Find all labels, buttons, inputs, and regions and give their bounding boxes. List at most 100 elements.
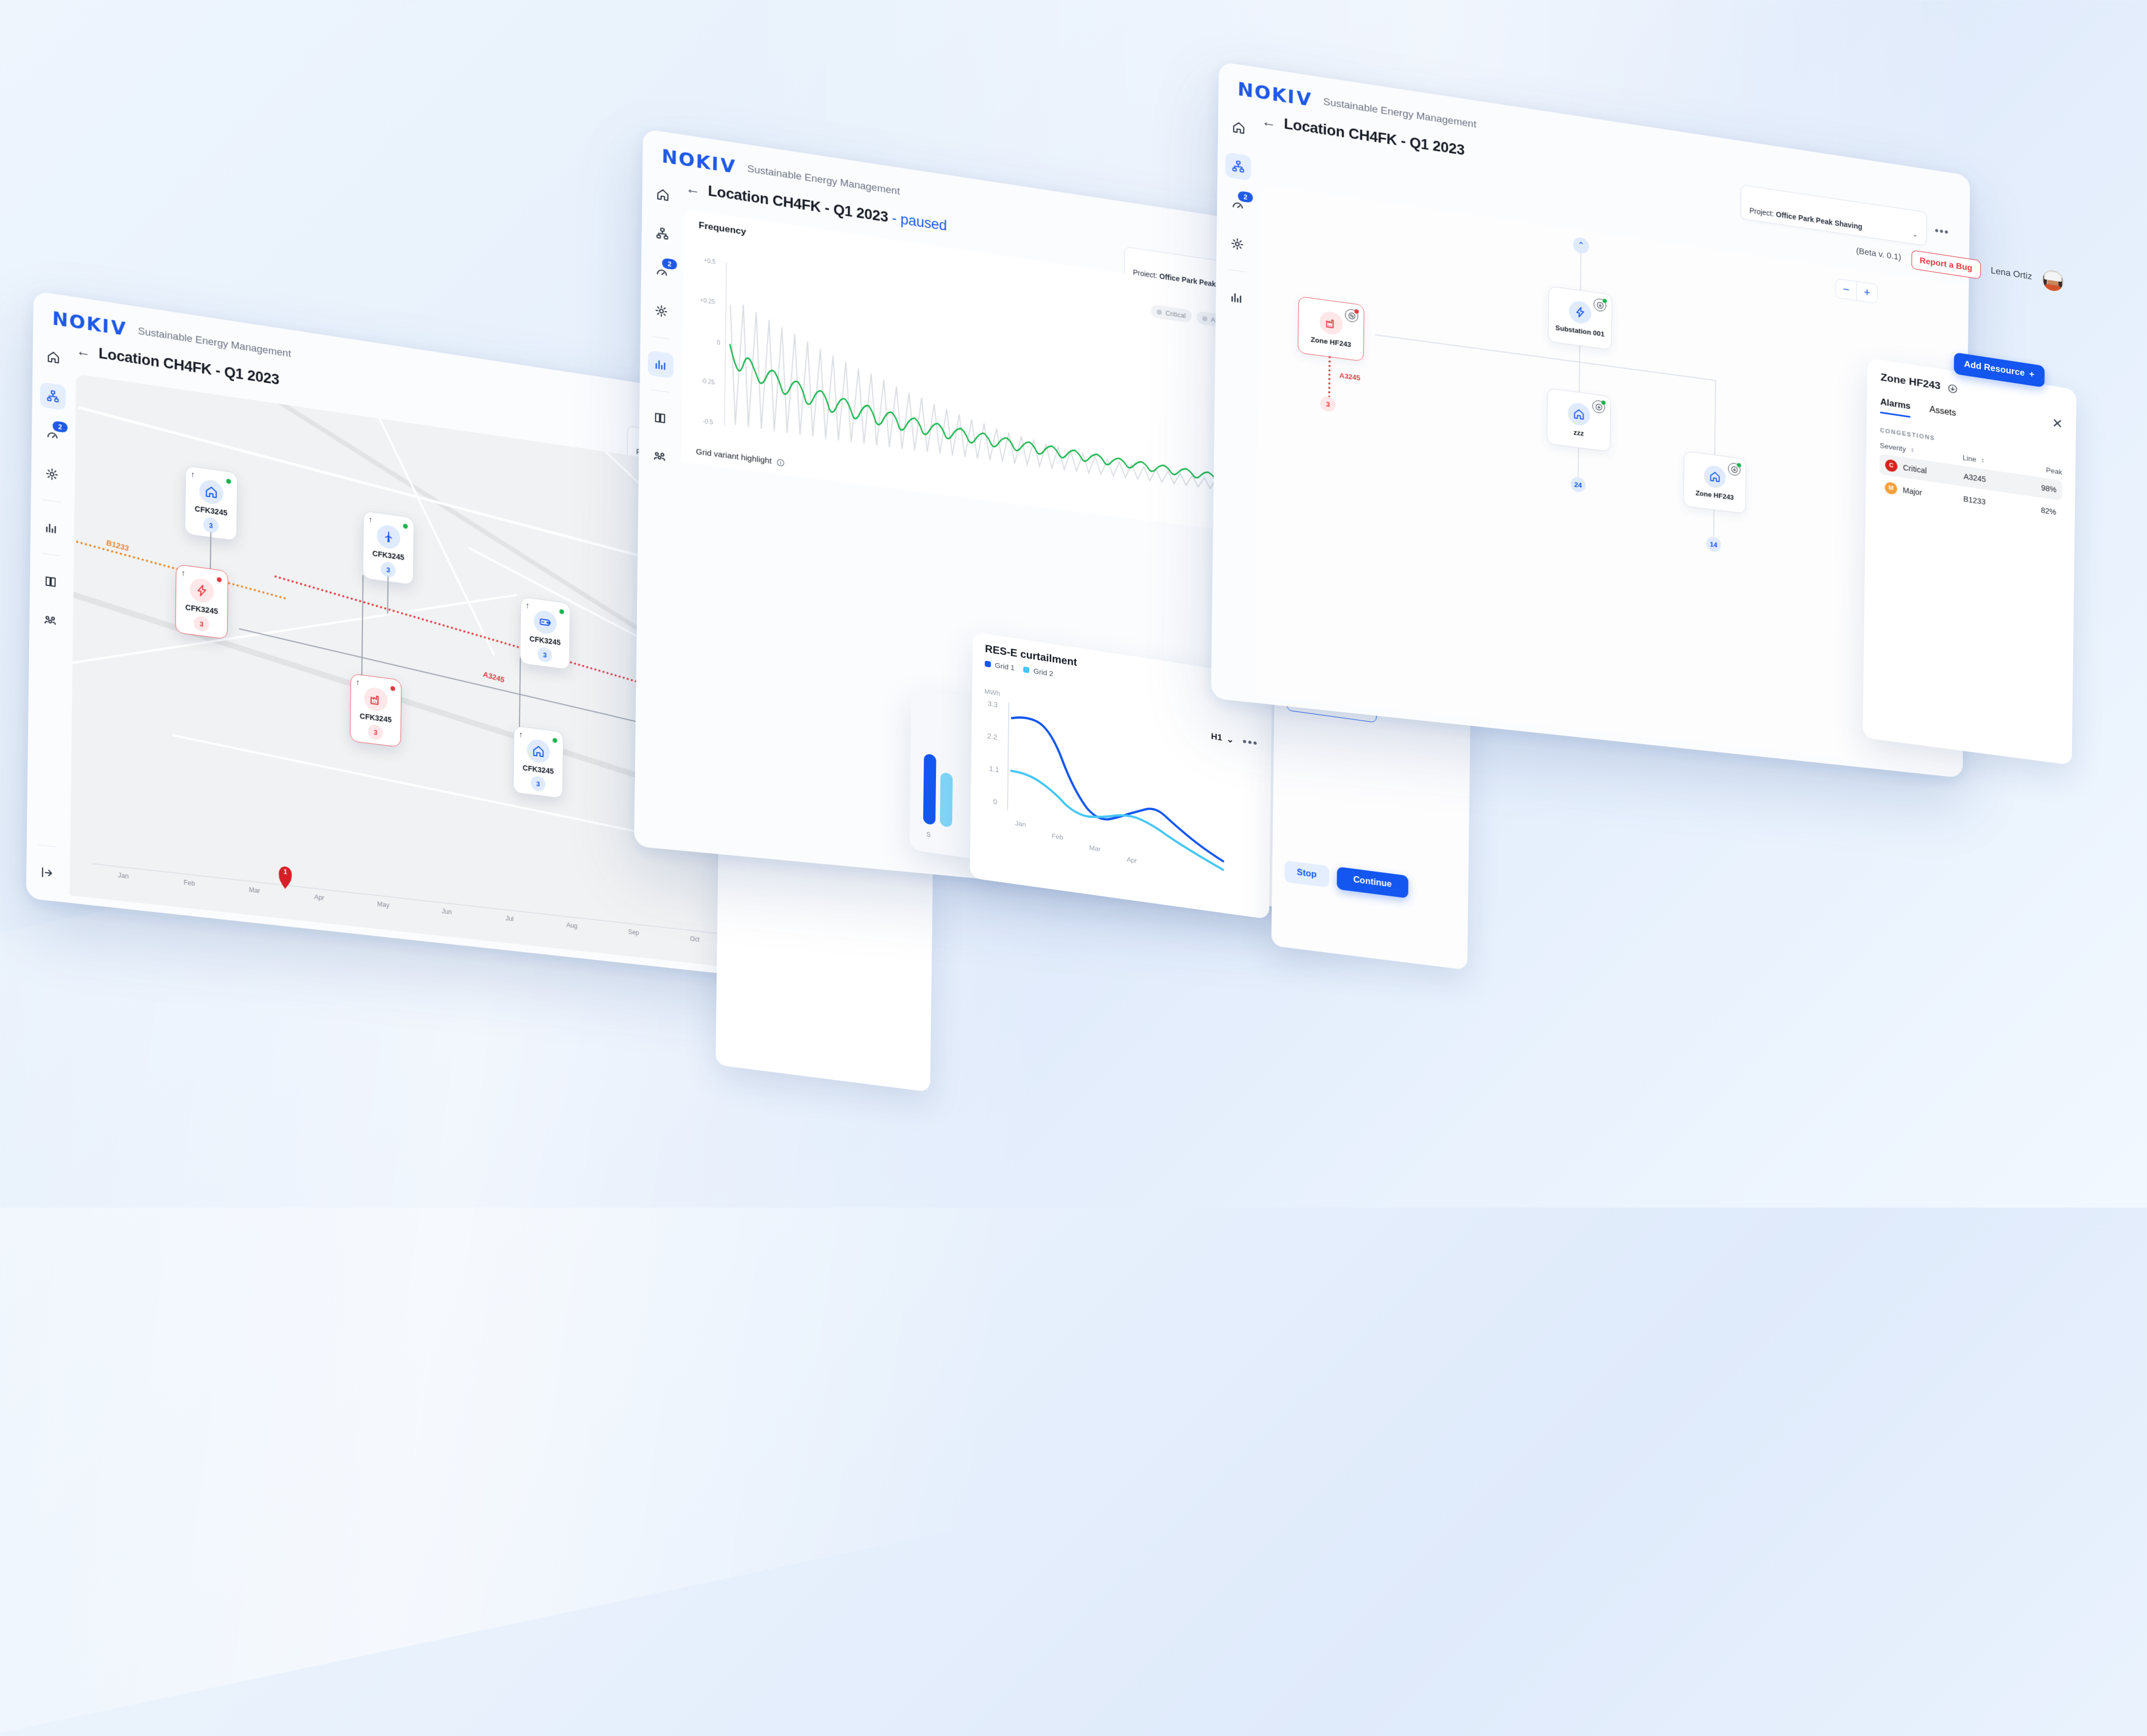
map-marker[interactable]: ↑ CFK3245 3 bbox=[185, 465, 238, 541]
sidebar-item-analytics[interactable] bbox=[648, 351, 674, 379]
timeline-month: Aug bbox=[566, 921, 578, 930]
node-label: Zone HF243 bbox=[1311, 335, 1351, 349]
house-icon bbox=[527, 739, 550, 764]
map-road bbox=[70, 594, 517, 668]
sort-icon bbox=[1909, 446, 1916, 454]
beta-version-label: (Beta v. 0.1) bbox=[1856, 246, 1902, 262]
sidebar-item-teams[interactable] bbox=[646, 442, 672, 470]
download-circle-icon[interactable] bbox=[1593, 298, 1606, 313]
sidebar-item-network[interactable] bbox=[1225, 152, 1251, 181]
severity-label: Critical bbox=[1903, 463, 1927, 475]
zoom-out-button[interactable]: − bbox=[1836, 279, 1857, 300]
sidebar-item-analytics[interactable] bbox=[1224, 283, 1250, 312]
marker-label: CFK3245 bbox=[195, 504, 228, 517]
chart-more-button[interactable]: ••• bbox=[1242, 736, 1259, 750]
user-name: Lena Ortiz bbox=[1990, 266, 2032, 282]
map-marker[interactable]: ↑ CFK3245 3 bbox=[175, 564, 228, 640]
marker-count: 3 bbox=[368, 724, 383, 741]
grid-variant-highlight[interactable]: Grid variant highlight bbox=[696, 447, 784, 467]
bolt-icon bbox=[1569, 300, 1591, 325]
column-severity-label: Severity bbox=[1880, 441, 1906, 453]
sidebar-item-settings[interactable] bbox=[649, 297, 674, 325]
info-icon[interactable] bbox=[776, 457, 785, 467]
sidebar-item-monitoring[interactable]: 2 bbox=[40, 421, 65, 450]
diagram-edge bbox=[1580, 252, 1582, 290]
sidebar-item-settings[interactable] bbox=[39, 460, 65, 489]
marker-direction-icon: ↑ bbox=[181, 569, 186, 578]
bar-grid1 bbox=[923, 753, 937, 825]
zone-detail-panel[interactable]: Zone HF243 ✕ Alarms Assets CONGESTIONS S… bbox=[1863, 358, 2077, 765]
bolt-icon bbox=[190, 577, 214, 604]
download-circle-icon[interactable] bbox=[1947, 382, 1958, 394]
svg-text:Jan: Jan bbox=[1015, 819, 1026, 828]
sidebar-item-library[interactable] bbox=[37, 567, 63, 596]
map-marker[interactable]: ↑ CFK3245 3 bbox=[362, 510, 414, 585]
timeline-pin[interactable]: 1 bbox=[278, 866, 292, 886]
stop-button[interactable]: Stop bbox=[1284, 860, 1329, 888]
legend-grid2[interactable]: Grid 2 bbox=[1023, 665, 1053, 678]
severity-badge: C bbox=[1885, 459, 1898, 472]
download-circle-icon[interactable] bbox=[1592, 400, 1605, 414]
peak-value: 98% bbox=[2021, 480, 2057, 494]
svg-text:+0.5: +0.5 bbox=[703, 257, 715, 266]
sidebar-item-network[interactable] bbox=[40, 382, 65, 410]
sidebar-item-home[interactable] bbox=[650, 181, 675, 209]
node-count-zone-hf243: 14 bbox=[1706, 536, 1721, 552]
timeline-month: Feb bbox=[183, 879, 195, 888]
sidebar-divider-1 bbox=[651, 336, 670, 339]
legend-swatch bbox=[985, 661, 991, 668]
timeline-month: Mar bbox=[249, 886, 260, 895]
timeline-month: Jan bbox=[118, 872, 129, 881]
sidebar-item-monitoring[interactable]: 2 bbox=[1225, 191, 1251, 220]
page-title-state: - paused bbox=[892, 210, 947, 234]
status-dot bbox=[226, 479, 231, 484]
map-marker[interactable]: ↑ CFK3245 3 bbox=[520, 597, 571, 670]
svg-text:+0.25: +0.25 bbox=[700, 297, 715, 306]
window-network-diagram[interactable]: NOKIV Sustainable Energy Management 2 ← … bbox=[1211, 62, 1970, 778]
legend-dot bbox=[1202, 315, 1207, 321]
back-button[interactable]: ← bbox=[76, 343, 91, 360]
diagram-canvas[interactable]: − + ⌃ Substation 001 zzz 24 Zone HF243 1… bbox=[1255, 185, 1969, 771]
sidebar[interactable]: 2 bbox=[26, 332, 74, 895]
sidebar-item-settings[interactable] bbox=[1224, 230, 1250, 258]
zone-title: Zone HF243 bbox=[1880, 372, 1940, 392]
diagram-node-zzz[interactable]: zzz bbox=[1547, 388, 1611, 452]
legend-swatch bbox=[1023, 666, 1029, 673]
bar-category-label: S bbox=[926, 830, 931, 839]
map-marker[interactable]: ↑ CFK3245 3 bbox=[350, 673, 402, 747]
legend-grid1[interactable]: Grid 1 bbox=[985, 660, 1014, 672]
sidebar-item-network[interactable] bbox=[649, 219, 675, 248]
transfer-circle-icon[interactable] bbox=[1345, 308, 1359, 323]
avatar[interactable] bbox=[2042, 269, 2063, 292]
continue-button[interactable]: Continue bbox=[1336, 867, 1408, 898]
map-marker[interactable]: ↑ CFK3245 3 bbox=[513, 726, 564, 799]
sidebar-item-home[interactable] bbox=[40, 343, 66, 371]
zoom-in-button[interactable]: + bbox=[1856, 282, 1878, 303]
back-button[interactable]: ← bbox=[685, 181, 700, 197]
close-icon[interactable]: ✕ bbox=[2052, 417, 2063, 432]
marker-label: CFK3245 bbox=[372, 549, 404, 562]
more-options-button[interactable]: ••• bbox=[1935, 225, 1949, 238]
curtailment-plot: MWh 3.3 2.2 1.1 0 Jan Feb Mar Apr bbox=[980, 683, 1236, 880]
back-button[interactable]: ← bbox=[1261, 113, 1276, 130]
sidebar-item-monitoring[interactable]: 2 bbox=[649, 258, 675, 287]
download-circle-icon[interactable] bbox=[1728, 462, 1741, 476]
diagram-node-substation[interactable]: Substation 001 bbox=[1548, 286, 1612, 350]
svg-text:Apr: Apr bbox=[1127, 855, 1137, 864]
diagram-node-zone-hf243[interactable]: Zone HF243 bbox=[1683, 451, 1747, 514]
sidebar-collapse-button[interactable] bbox=[34, 859, 60, 887]
sidebar-item-teams[interactable] bbox=[37, 606, 63, 634]
sidebar-item-library[interactable] bbox=[647, 404, 673, 432]
sidebar[interactable]: 2 bbox=[1211, 102, 1260, 695]
marker-label: CFK3245 bbox=[523, 763, 554, 775]
line-label-a3245: A3245 bbox=[483, 670, 505, 684]
diagram-node-zone-hf243-alert[interactable]: Zone HF243 bbox=[1298, 296, 1364, 362]
timeline-month: May bbox=[377, 900, 390, 909]
tab-alarms[interactable]: Alarms bbox=[1880, 398, 1910, 418]
sidebar-item-analytics[interactable] bbox=[39, 514, 64, 542]
diagram-zoom-controls[interactable]: − + bbox=[1836, 278, 1878, 304]
tab-assets[interactable]: Assets bbox=[1930, 405, 1956, 424]
sidebar-item-home[interactable] bbox=[1226, 113, 1251, 142]
legend-label: Grid 1 bbox=[995, 661, 1014, 672]
factory-icon bbox=[1320, 310, 1343, 336]
